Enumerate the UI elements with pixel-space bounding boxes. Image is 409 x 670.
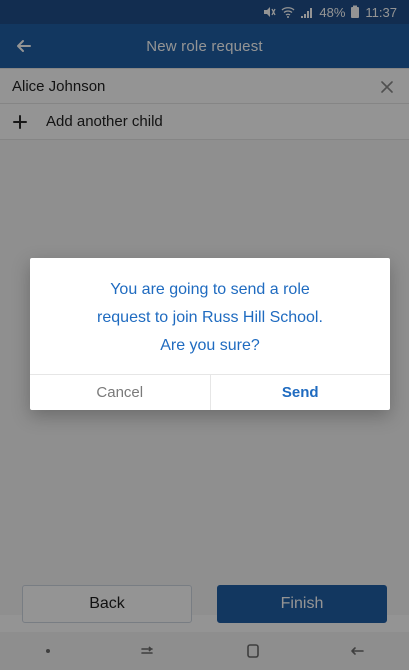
cancel-button[interactable]: Cancel — [30, 375, 211, 410]
confirm-dialog: You are going to send a role request to … — [30, 258, 390, 410]
dialog-message: You are going to send a role request to … — [30, 276, 390, 360]
dialog-line-3: Are you sure? — [160, 337, 260, 354]
send-button[interactable]: Send — [211, 375, 391, 410]
dialog-line-2: request to join Russ Hill School. — [97, 309, 323, 326]
app-screen: 48% 11:37 New role request Alice Johnson… — [0, 0, 409, 670]
dialog-line-1: You are going to send a role — [110, 281, 310, 298]
dialog-buttons: Cancel Send — [30, 374, 390, 410]
